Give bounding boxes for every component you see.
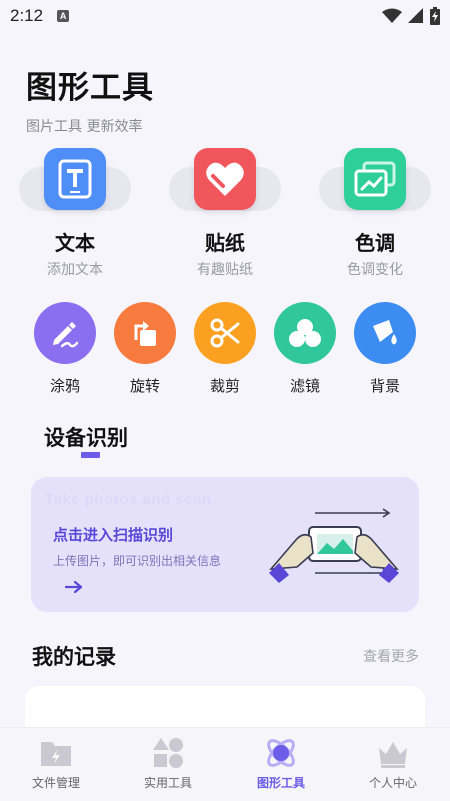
tone-tool-sub: 色调变化 xyxy=(347,262,403,278)
nav-utility-tools[interactable]: 实用工具 xyxy=(112,728,224,801)
section-underline xyxy=(81,452,100,458)
nav-profile[interactable]: 个人中心 xyxy=(337,728,449,801)
bottom-nav: 文件管理 实用工具 图形工具 个人中心 xyxy=(0,727,450,801)
page-title: 图形工具 xyxy=(26,70,154,106)
profile-crown-icon xyxy=(379,742,407,768)
rotate-tool-button[interactable]: 旋转 xyxy=(105,302,185,402)
nav-graphic-tools[interactable]: 图形工具 xyxy=(225,728,337,801)
filter-tool-button[interactable]: 滤镜 xyxy=(265,302,345,402)
file-manager-icon xyxy=(41,742,71,766)
notification-icon: A xyxy=(57,10,70,22)
rotate-icon xyxy=(114,302,176,364)
small-tools-row: 涂鸦 旋转 裁剪 滤镜 背景 xyxy=(0,302,450,402)
text-tool-sub: 添加文本 xyxy=(47,262,103,278)
status-bar: 2:12 A xyxy=(0,0,450,32)
scan-section-title: 设备识别 xyxy=(44,426,128,450)
nav-label: 实用工具 xyxy=(143,776,192,790)
arrow-right-icon[interactable] xyxy=(65,581,83,593)
scan-hands-illustration xyxy=(269,508,399,583)
filter-icon xyxy=(274,302,336,364)
scan-card[interactable]: Take photos and scan 点击进入扫描识别 上传图片，即可识别出… xyxy=(31,477,419,612)
paint-bucket-icon xyxy=(354,302,416,364)
nav-label: 图形工具 xyxy=(256,776,305,790)
heart-sticker-icon xyxy=(194,148,256,210)
filter-tool-label: 滤镜 xyxy=(289,377,320,395)
background-tool-button[interactable]: 背景 xyxy=(345,302,425,402)
scissors-icon xyxy=(194,302,256,364)
signal-icon xyxy=(408,8,423,23)
sticker-tool-label: 贴纸 xyxy=(205,231,245,255)
records-more-link[interactable]: 查看更多 xyxy=(363,646,419,666)
battery-icon xyxy=(430,7,440,25)
scan-card-desc: 上传图片，即可识别出相关信息 xyxy=(53,554,222,568)
nav-label: 文件管理 xyxy=(31,776,80,790)
text-tool-button[interactable]: 文本 添加文本 xyxy=(0,145,150,280)
background-tool-label: 背景 xyxy=(369,377,400,395)
graphic-tools-icon xyxy=(267,739,295,767)
tone-tool-button[interactable]: 色调 色调变化 xyxy=(300,145,450,280)
nav-file-manager[interactable]: 文件管理 xyxy=(0,728,112,801)
big-tools-row: 文本 添加文本 贴纸 有趣贴纸 色调 色调变化 xyxy=(0,145,450,280)
wifi-icon xyxy=(382,8,402,23)
rotate-tool-label: 旋转 xyxy=(129,377,160,395)
records-title: 我的记录 xyxy=(32,645,116,669)
scan-card-title: 点击进入扫描识别 xyxy=(53,526,174,544)
text-icon xyxy=(44,148,106,210)
doodle-tool-button[interactable]: 涂鸦 xyxy=(25,302,105,402)
status-icons xyxy=(382,7,440,25)
sticker-tool-sub: 有趣贴纸 xyxy=(197,262,253,278)
page-subtitle: 图片工具 更新效率 xyxy=(26,119,143,135)
doodle-tool-label: 涂鸦 xyxy=(49,377,80,395)
sticker-tool-button[interactable]: 贴纸 有趣贴纸 xyxy=(150,145,300,280)
utility-tools-icon xyxy=(153,738,183,768)
scan-watermark: Take photos and scan xyxy=(45,491,212,508)
text-tool-label: 文本 xyxy=(55,231,95,255)
status-time: 2:12 xyxy=(10,6,44,25)
pen-icon xyxy=(34,302,96,364)
photo-tone-icon xyxy=(344,148,406,210)
crop-tool-button[interactable]: 裁剪 xyxy=(185,302,265,402)
tone-tool-label: 色调 xyxy=(355,231,395,255)
nav-label: 个人中心 xyxy=(368,776,417,790)
crop-tool-label: 裁剪 xyxy=(209,377,240,395)
